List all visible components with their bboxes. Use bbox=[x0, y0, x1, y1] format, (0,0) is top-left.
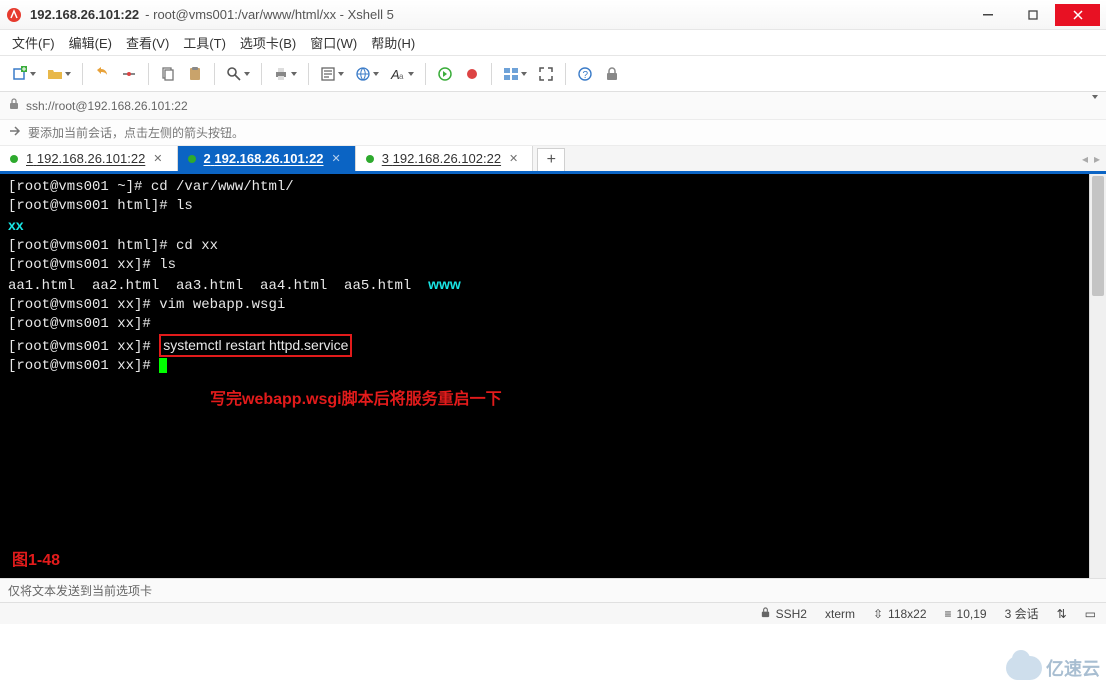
titlebar: 192.168.26.101:22 - root@vms001:/var/www… bbox=[0, 0, 1106, 30]
disconnect-button[interactable] bbox=[117, 61, 141, 87]
tab-label: 1 192.168.26.101:22 bbox=[26, 151, 145, 166]
script-button[interactable] bbox=[433, 61, 457, 87]
hint-bar: 要添加当前会话，点击左侧的箭头按钮。 bbox=[0, 120, 1106, 146]
session-manager-button[interactable] bbox=[499, 61, 531, 87]
svg-text:?: ? bbox=[583, 70, 589, 81]
status-term: xterm bbox=[825, 607, 855, 621]
window-buttons bbox=[965, 4, 1100, 26]
properties-button[interactable] bbox=[316, 61, 348, 87]
lock-session-button[interactable] bbox=[600, 61, 624, 87]
tab-2[interactable]: 2 192.168.26.101:22 ✕ bbox=[178, 146, 356, 171]
tab-strip: 1 192.168.26.101:22 ✕ 2 192.168.26.101:2… bbox=[0, 146, 1106, 174]
status-protocol: SSH2 bbox=[760, 607, 807, 621]
language-button[interactable] bbox=[351, 61, 383, 87]
new-tab-button[interactable]: + bbox=[537, 148, 565, 171]
window-title-sub-text: root@vms001:/var/www/html/xx - Xshell 5 bbox=[153, 7, 394, 22]
hint-text: 要添加当前会话，点击左侧的箭头按钮。 bbox=[28, 124, 244, 141]
new-session-button[interactable] bbox=[8, 61, 40, 87]
send-bar-text: 仅将文本发送到当前选项卡 bbox=[8, 582, 152, 599]
font-button[interactable]: Aa bbox=[386, 61, 418, 87]
minimize-button[interactable] bbox=[965, 4, 1010, 26]
lock-icon bbox=[8, 98, 20, 113]
paste-button[interactable] bbox=[183, 61, 207, 87]
menu-tools[interactable]: 工具(T) bbox=[183, 33, 226, 52]
status-dot-icon bbox=[10, 155, 18, 163]
menu-window[interactable]: 窗口(W) bbox=[310, 33, 357, 52]
tab-next-icon[interactable]: ▸ bbox=[1094, 152, 1100, 166]
find-button[interactable] bbox=[222, 61, 254, 87]
tab-close-icon[interactable]: ✕ bbox=[332, 152, 341, 165]
help-button[interactable]: ? bbox=[573, 61, 597, 87]
tab-1[interactable]: 1 192.168.26.101:22 ✕ bbox=[0, 146, 178, 171]
scrollbar[interactable] bbox=[1089, 174, 1106, 578]
address-text: ssh://root@192.168.26.101:22 bbox=[26, 99, 188, 113]
reconnect-button[interactable] bbox=[90, 61, 114, 87]
window-title-sub: - root@vms001:/var/www/html/xx - Xshell … bbox=[145, 7, 394, 22]
menu-view[interactable]: 查看(V) bbox=[126, 33, 169, 52]
close-button[interactable] bbox=[1055, 4, 1100, 26]
menu-tabs[interactable]: 选项卡(B) bbox=[240, 33, 296, 52]
figure-label: 图1-48 bbox=[12, 551, 60, 570]
status-sessions: 3 会话 bbox=[1005, 605, 1039, 622]
tab-label: 3 192.168.26.102:22 bbox=[382, 151, 501, 166]
print-button[interactable] bbox=[269, 61, 301, 87]
send-bar[interactable]: 仅将文本发送到当前选项卡 bbox=[0, 578, 1106, 602]
tab-3[interactable]: 3 192.168.26.102:22 ✕ bbox=[356, 146, 534, 171]
address-dropdown-icon[interactable] bbox=[1090, 99, 1098, 113]
menu-file[interactable]: 文件(F) bbox=[12, 33, 55, 52]
lock-icon bbox=[760, 607, 771, 621]
scrollbar-thumb[interactable] bbox=[1092, 176, 1104, 296]
add-session-arrow-icon[interactable] bbox=[8, 124, 22, 141]
tab-close-icon[interactable]: ✕ bbox=[509, 152, 518, 165]
open-button[interactable] bbox=[43, 61, 75, 87]
terminal[interactable]: [root@vms001 ~]# cd /var/www/html/ [root… bbox=[0, 174, 1089, 578]
cloud-icon bbox=[1006, 656, 1042, 680]
window-title-main: 192.168.26.101:22 bbox=[30, 7, 139, 22]
maximize-button[interactable] bbox=[1010, 4, 1055, 26]
record-button[interactable] bbox=[460, 61, 484, 87]
menu-edit[interactable]: 编辑(E) bbox=[69, 33, 112, 52]
watermark-text: 亿速云 bbox=[1046, 655, 1100, 681]
menu-help[interactable]: 帮助(H) bbox=[371, 33, 415, 52]
annotation-note: 写完webapp.wsgi脚本后将服务重启一下 bbox=[210, 390, 502, 409]
toolbar: Aa ? bbox=[0, 56, 1106, 92]
status-bar: SSH2 xterm ⇳ 118x22 ≡ 10,19 3 会话 ⇅ ▭ bbox=[0, 602, 1106, 624]
tab-close-icon[interactable]: ✕ bbox=[153, 152, 162, 165]
copy-button[interactable] bbox=[156, 61, 180, 87]
watermark: 亿速云 bbox=[1006, 655, 1100, 681]
status-dot-icon bbox=[188, 155, 196, 163]
terminal-area: [root@vms001 ~]# cd /var/www/html/ [root… bbox=[0, 174, 1106, 578]
status-dot-icon bbox=[366, 155, 374, 163]
status-size: ⇳ 118x22 bbox=[873, 607, 927, 621]
status-expand-icon[interactable]: ▭ bbox=[1085, 607, 1096, 621]
svg-text:a: a bbox=[399, 72, 404, 81]
fullscreen-button[interactable] bbox=[534, 61, 558, 87]
tab-label: 2 192.168.26.101:22 bbox=[204, 151, 324, 166]
app-icon bbox=[6, 7, 22, 23]
status-updown-icon[interactable]: ⇅ bbox=[1057, 607, 1067, 621]
menubar: 文件(F) 编辑(E) 查看(V) 工具(T) 选项卡(B) 窗口(W) 帮助(… bbox=[0, 30, 1106, 56]
address-bar[interactable]: ssh://root@192.168.26.101:22 bbox=[0, 92, 1106, 120]
tab-nav: ◂ ▸ bbox=[1076, 146, 1106, 171]
tab-prev-icon[interactable]: ◂ bbox=[1082, 152, 1088, 166]
status-cursor: ≡ 10,19 bbox=[945, 607, 987, 621]
